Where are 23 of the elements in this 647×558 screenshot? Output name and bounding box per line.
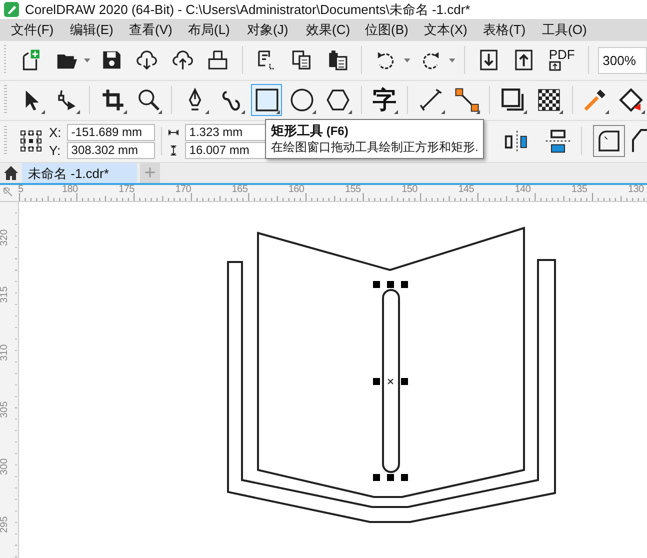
y-label: Y: [49, 142, 62, 158]
ruler-label: 305 [0, 401, 10, 418]
ruler-label: 170 [175, 185, 191, 195]
ruler-label: 295 [0, 516, 10, 532]
ruler-label: 160 [288, 185, 304, 195]
tooltip-description: 在绘图窗口拖动工具绘制正方形和矩形. [271, 138, 478, 155]
ruler-label: 5 [18, 185, 24, 195]
x-label: X: [49, 124, 62, 140]
ruler-label: 300 [0, 458, 10, 476]
ruler-label: 180 [62, 185, 78, 195]
ruler-label: 175 [118, 185, 134, 195]
ruler-label: 140 [514, 185, 531, 195]
ruler-label: 310 [0, 344, 10, 361]
ruler-label: 320 [0, 229, 10, 246]
tooltip-title: 矩形工具 (F6) [271, 122, 350, 139]
ruler-label: 165 [232, 185, 248, 195]
ruler-label: 150 [402, 185, 418, 195]
ruler-label: 315 [0, 286, 10, 304]
ruler-label: 130 [628, 185, 644, 195]
ruler-label: 135 [571, 185, 588, 195]
ruler-label: 155 [345, 185, 361, 195]
ruler-label: 145 [458, 185, 474, 195]
window-title: CorelDRAW 2020 (64-Bit) - C:\Users\Administrator\Documents\未命名 -1.cdr* [25, 0, 470, 19]
